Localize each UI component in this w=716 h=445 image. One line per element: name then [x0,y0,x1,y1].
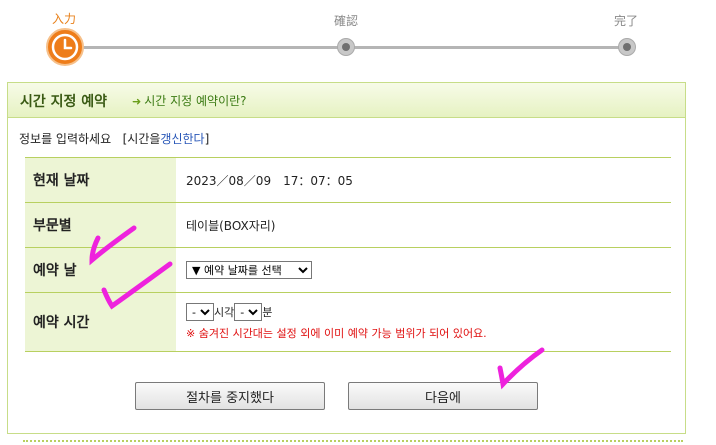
cancel-button[interactable]: 절차를 중지했다 [135,382,325,410]
row-reserve-time: 예약 시간 -- 시각 -- 분 ※ 숨겨진 시간대는 설정 외에 이미 예약 … [25,292,671,352]
panel-header: 시간 지정 예약 ➜ 시간 지정 예약이란? [8,83,685,118]
row-section: 부문별 테이블(BOX자리) [25,202,671,248]
reserve-time-label: 예약 시간 [25,292,176,352]
progress-steps: 入力 確認 完了 [0,0,716,70]
time-selects: -- 시각 -- 분 [186,303,671,321]
reservation-panel: 시간 지정 예약 ➜ 시간 지정 예약이란? 정보를 입력하세요 [시간을갱신한다… [7,82,686,434]
refresh-link[interactable]: 갱신한다 [160,132,204,146]
clock-icon [46,28,84,66]
refresh-suffix: ] [204,132,210,146]
row-reserve-date: 예약 날 ▼ 예약 날짜를 선택 [25,247,671,293]
intro-line: 정보를 입력하세요 [시간을갱신한다] [19,130,209,147]
help-link[interactable]: ➜ 시간 지정 예약이란? [132,92,247,109]
hour-unit: 시각 [214,306,235,319]
dotted-divider [23,440,683,442]
section-label: 부문별 [25,202,176,248]
reserve-date-label: 예약 날 [25,247,176,293]
section-value: 테이블(BOX자리) [176,202,671,248]
step-input-label: 入力 [52,12,77,26]
hour-select[interactable]: -- [186,303,214,321]
arrow-icon: ➜ [132,95,142,108]
refresh-prefix: [시간을 [122,132,161,146]
minute-select[interactable]: -- [234,303,263,321]
step-confirm-label: 確認 [334,14,359,28]
step-done-dot [618,38,636,56]
reservation-form: 현재 날짜 2023／08／09 17：07：05 부문별 테이블(BOX자리)… [25,157,671,352]
reserve-date-select[interactable]: ▼ 예약 날짜를 선택 [186,261,312,279]
help-link-text[interactable]: 시간 지정 예약이란? [144,94,246,108]
step-done-label: 完了 [614,14,639,28]
row-current-date: 현재 날짜 2023／08／09 17：07：05 [25,157,671,203]
panel-title: 시간 지정 예약 [20,94,108,110]
current-date-label: 현재 날짜 [25,157,176,203]
minute-unit: 분 [262,306,273,319]
time-note: ※ 숨겨진 시간대는 설정 외에 이미 예약 가능 범위가 되어 있어요. [186,327,487,340]
step-confirm-dot [337,38,355,56]
intro-text: 정보를 입력하세요 [19,132,112,146]
current-date-value: 2023／08／09 17：07：05 [176,157,671,203]
next-button[interactable]: 다음에 [348,382,538,410]
